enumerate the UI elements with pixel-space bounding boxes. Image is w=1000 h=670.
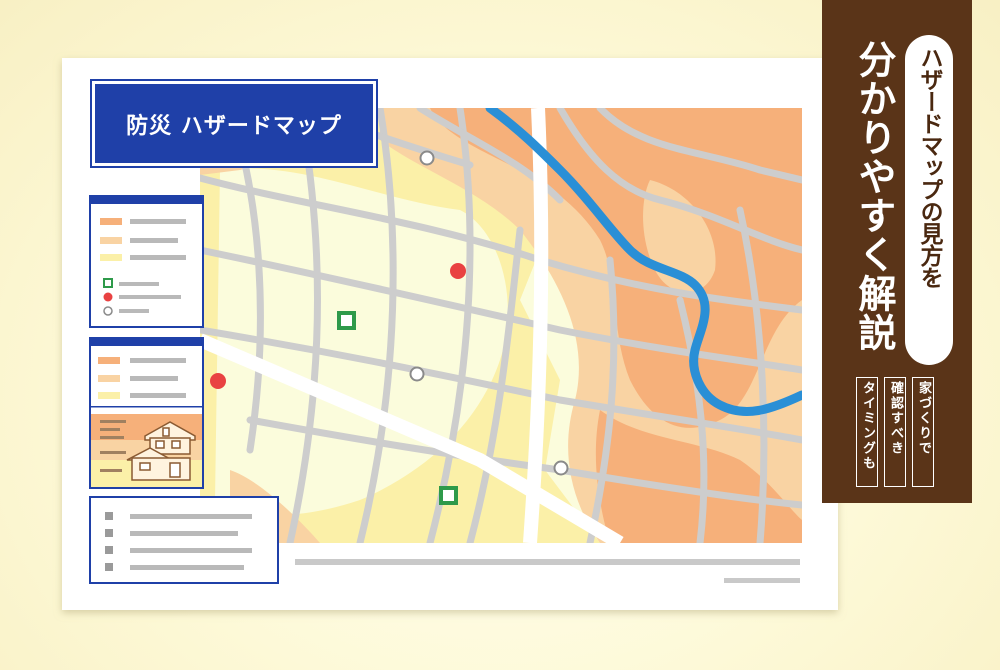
legend-panel-2 [89,337,204,489]
sub-text-line-3: タイミングも [860,381,875,471]
gray-circle-marker-icon [409,366,425,382]
sub-text-line-2: 確認すべき [888,381,903,456]
sub-text-line-1: 家づくりで [916,381,931,456]
legend-panel-1 [89,195,204,328]
headline-pill-text: ハザードマップの見方を [916,46,942,288]
gray-circle-marker-icon [553,460,569,476]
green-square-marker-icon [439,486,458,505]
red-circle-marker-icon [450,263,466,279]
info-list-panel [89,496,279,584]
headline-main-text: 分かりやすく解説 [852,40,896,352]
green-square-marker-icon [337,311,356,330]
map-title-border [90,79,378,168]
red-circle-marker-icon [210,373,226,389]
map-area [200,108,802,543]
gray-circle-marker-icon [419,150,435,166]
